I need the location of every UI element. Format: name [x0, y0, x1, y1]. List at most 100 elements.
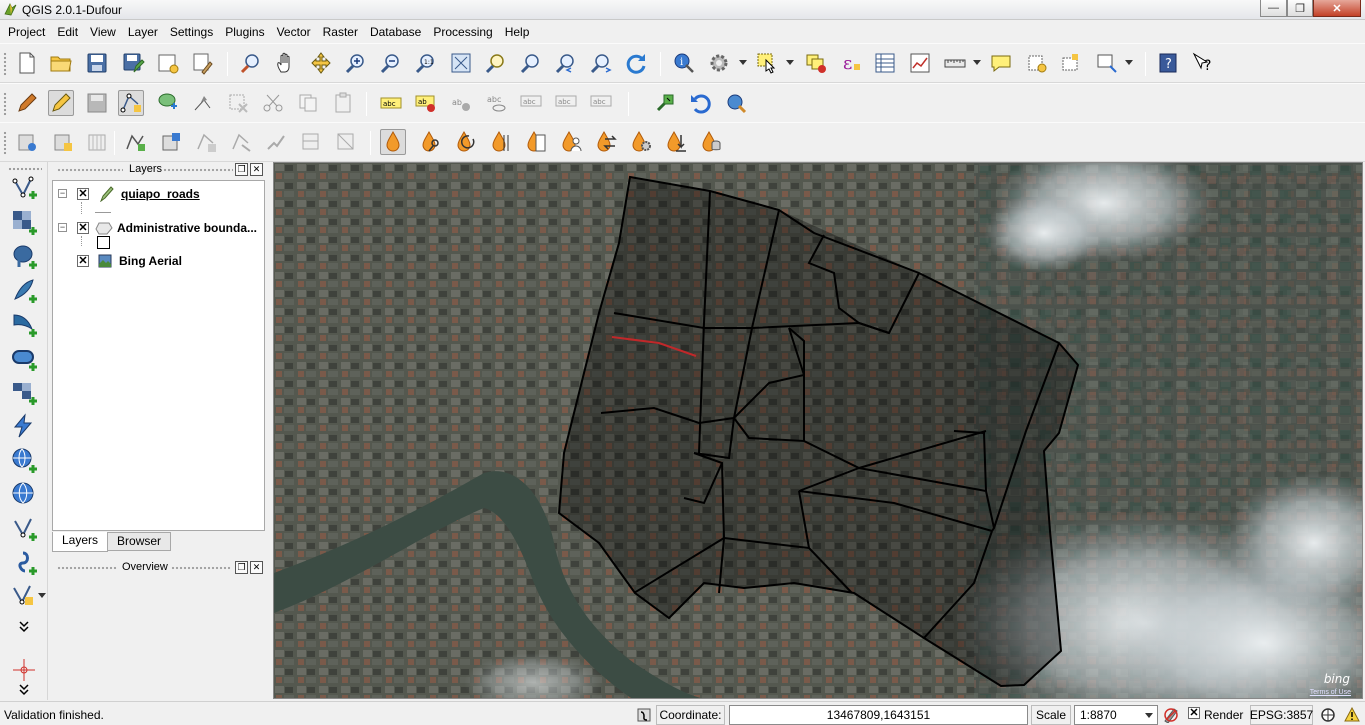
crs-status-button[interactable]: EPSG:3857: [1250, 705, 1313, 725]
delete-ring-button[interactable]: [193, 129, 219, 155]
grass-refresh-button[interactable]: [453, 129, 479, 155]
menu-plugins[interactable]: Plugins: [219, 21, 270, 43]
deselect-features-button[interactable]: [803, 50, 829, 76]
zoom-next-button[interactable]: [588, 50, 614, 76]
close-window-button[interactable]: ✕: [1313, 0, 1361, 17]
tab-layers[interactable]: Layers: [52, 532, 109, 552]
add-spatialite-layer-button[interactable]: [9, 275, 39, 305]
delete-part-button[interactable]: [228, 129, 254, 155]
add-raster-layer-button[interactable]: [9, 207, 39, 237]
show-bookmarks-button[interactable]: [1058, 50, 1084, 76]
text-annotation-button[interactable]: [1094, 50, 1120, 76]
coordinate-toggle-button[interactable]: [634, 705, 654, 725]
menu-raster[interactable]: Raster: [317, 21, 364, 43]
layers-panel-close-button[interactable]: ✕: [250, 163, 263, 176]
scale-combobox[interactable]: 1:8870: [1074, 705, 1158, 725]
change-label-button[interactable]: abc: [588, 90, 614, 116]
grass-gear-button[interactable]: [628, 129, 654, 155]
open-attribute-table-button[interactable]: [872, 50, 898, 76]
add-db2-layer-button[interactable]: [9, 377, 39, 407]
layers-panel-float-button[interactable]: ❐: [235, 163, 248, 176]
select-features-button[interactable]: [754, 50, 780, 76]
statistical-summary-button[interactable]: [907, 50, 933, 76]
save-layer-edits-button[interactable]: [84, 90, 110, 116]
zoom-to-layer-button[interactable]: [518, 50, 544, 76]
action-dropdown-button[interactable]: [738, 50, 748, 76]
zoom-in-button[interactable]: [343, 50, 369, 76]
plugin-tool-button[interactable]: [652, 90, 678, 116]
messages-button[interactable]: [1342, 705, 1362, 725]
layer-labeling-button[interactable]: abc: [378, 90, 404, 116]
save-as-button[interactable]: [120, 50, 146, 76]
grass-swap-button[interactable]: [593, 129, 619, 155]
open-project-button[interactable]: [48, 50, 74, 76]
identify-features-button[interactable]: i: [671, 50, 697, 76]
split-features-button[interactable]: [333, 129, 359, 155]
layer-visibility-checkbox[interactable]: ✕: [77, 255, 89, 267]
render-checkbox[interactable]: ✕: [1188, 707, 1200, 719]
help-contents-button[interactable]: ?: [1155, 50, 1181, 76]
grass-tools-button[interactable]: [380, 129, 406, 155]
coordinate-field[interactable]: 13467809,1643151: [729, 705, 1028, 725]
toggle-editing-button[interactable]: [48, 90, 74, 116]
add-wfs-layer-button[interactable]: [9, 479, 39, 509]
pan-to-selection-button[interactable]: [308, 50, 334, 76]
add-wcs-layer-button[interactable]: [9, 445, 39, 475]
add-oracle-layer-button[interactable]: [9, 343, 39, 373]
collapse-layer-button[interactable]: −: [58, 223, 67, 232]
field-calculator-button[interactable]: ε: [838, 50, 864, 76]
overview-panel-close-button[interactable]: ✕: [250, 561, 263, 574]
map-tips-button[interactable]: [988, 50, 1014, 76]
zoom-last-button[interactable]: [553, 50, 579, 76]
menu-project[interactable]: Project: [2, 21, 51, 43]
zoom-out-button[interactable]: [378, 50, 404, 76]
grass-mapset-button[interactable]: [418, 129, 444, 155]
annotation-dropdown-button[interactable]: [1124, 50, 1134, 76]
add-feature-button[interactable]: [118, 90, 144, 116]
layer-visibility-checkbox[interactable]: ✕: [77, 222, 89, 234]
pin-labels-button[interactable]: ab: [413, 90, 439, 116]
grass-user-button[interactable]: [558, 129, 584, 155]
menu-vector[interactable]: Vector: [271, 21, 317, 43]
bing-terms-link[interactable]: Terms of Use: [1310, 689, 1351, 696]
stop-render-button[interactable]: [1161, 705, 1181, 725]
measure-dropdown-button[interactable]: [972, 50, 982, 76]
touch-zoom-button[interactable]: [238, 50, 264, 76]
zoom-to-selection-button[interactable]: [483, 50, 509, 76]
add-delimited-text-layer-button[interactable]: [9, 513, 39, 543]
menu-help[interactable]: Help: [499, 21, 536, 43]
add-ring-button[interactable]: [14, 129, 40, 155]
grass-database-button[interactable]: [698, 129, 724, 155]
zoom-actual-size-button[interactable]: 1:1: [413, 50, 439, 76]
georeferencer-button[interactable]: [723, 90, 749, 116]
node-tool-button[interactable]: [190, 90, 216, 116]
map-canvas[interactable]: bing Terms of Use: [273, 162, 1363, 699]
menu-view[interactable]: View: [84, 21, 122, 43]
grass-import-button[interactable]: [663, 129, 689, 155]
projection-button[interactable]: [1318, 705, 1338, 725]
new-project-button[interactable]: [14, 50, 40, 76]
new-print-composer-button[interactable]: [155, 50, 181, 76]
new-shapefile-layer-button[interactable]: [9, 581, 39, 611]
add-mssql-layer-button[interactable]: [9, 309, 39, 339]
add-vector-layer-button[interactable]: [9, 173, 39, 203]
move-label-button[interactable]: abc: [518, 90, 544, 116]
select-dropdown-button[interactable]: [785, 50, 795, 76]
more-tools-button[interactable]: [9, 617, 39, 637]
minimize-button[interactable]: —: [1260, 0, 1287, 17]
new-bookmark-button[interactable]: [1024, 50, 1050, 76]
new-layer-dropdown-button[interactable]: [37, 581, 47, 611]
move-feature-button[interactable]: [155, 90, 181, 116]
show-hide-labels-button[interactable]: abc: [483, 90, 509, 116]
overview-panel-float-button[interactable]: ❐: [235, 561, 248, 574]
tab-browser[interactable]: Browser: [107, 532, 172, 551]
maximize-button[interactable]: ❐: [1287, 0, 1313, 17]
add-postgis-layer-button[interactable]: [9, 241, 39, 271]
simplify-feature-button[interactable]: [122, 129, 148, 155]
fill-ring-button[interactable]: [84, 129, 110, 155]
menu-processing[interactable]: Processing: [427, 21, 498, 43]
add-vertices-button[interactable]: [158, 129, 184, 155]
save-project-button[interactable]: [84, 50, 110, 76]
grass-settings-button[interactable]: [488, 129, 514, 155]
copy-features-button[interactable]: [295, 90, 321, 116]
